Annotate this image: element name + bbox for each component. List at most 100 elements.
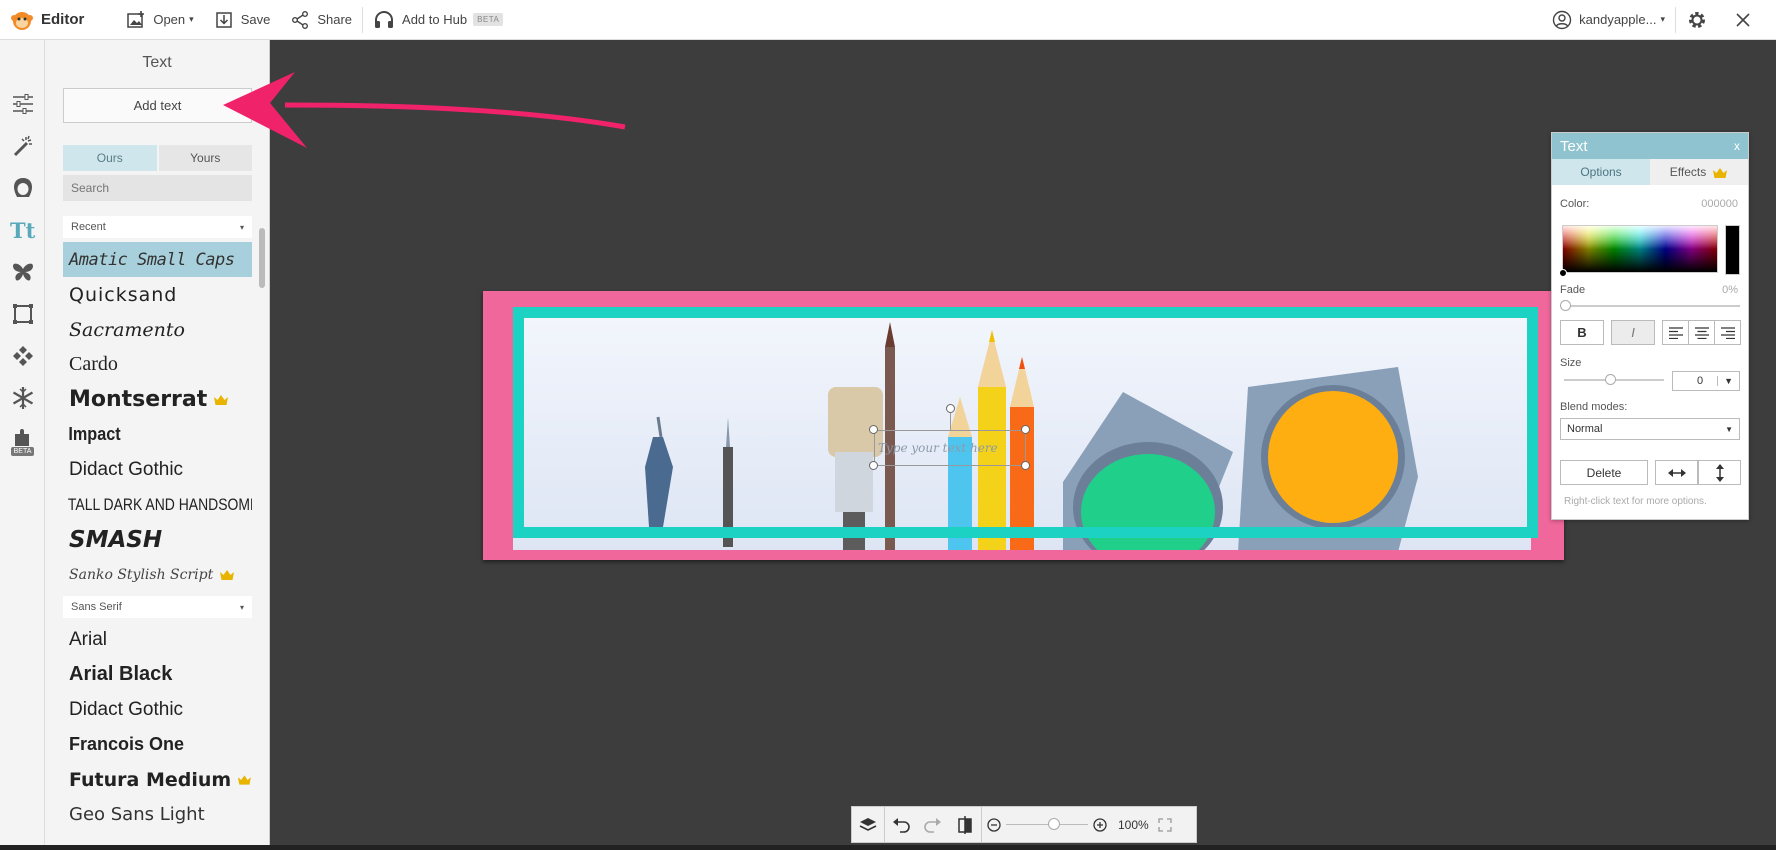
color-picker-cursor[interactable] [1559, 269, 1567, 277]
font-item[interactable]: Futura Medium [63, 762, 252, 797]
texture-icon [12, 346, 33, 366]
font-list-scrollbar[interactable] [259, 220, 265, 840]
color-hex-value[interactable]: 000000 [1701, 198, 1738, 210]
fade-slider-knob[interactable] [1560, 300, 1571, 311]
beta-tool[interactable]: BETA [0, 419, 45, 465]
font-item[interactable]: Sanko Stylish Script [63, 557, 252, 592]
gear-icon [1689, 11, 1705, 28]
font-item[interactable]: Tall Dark and Handsome [63, 487, 252, 522]
flip-horizontal-button[interactable] [1655, 460, 1698, 485]
fullscreen-button[interactable] [1149, 806, 1181, 843]
pointer-arrow-annotation [223, 72, 626, 148]
resize-handle-bottom-right[interactable] [1021, 461, 1030, 470]
overlays-tool[interactable] [0, 251, 45, 293]
blend-modes-label: Blend modes: [1560, 401, 1628, 413]
compare-button[interactable] [949, 806, 981, 843]
align-right-icon [1720, 326, 1735, 339]
align-left-icon [1668, 326, 1683, 339]
font-item[interactable]: Didact Gothic [63, 452, 252, 487]
scrollbar-thumb[interactable] [259, 228, 265, 288]
delete-button[interactable]: Delete [1560, 460, 1648, 485]
align-left-button[interactable] [1662, 320, 1689, 345]
bold-button[interactable]: B [1560, 320, 1604, 345]
undo-button[interactable] [885, 806, 917, 843]
close-editor-button[interactable] [1725, 0, 1776, 40]
category-select-recent[interactable]: Recent ▾ [63, 216, 252, 238]
user-menu[interactable]: kandyapple... ▾ [1542, 0, 1675, 40]
font-item[interactable]: Geo Sans Light [63, 797, 252, 832]
redo-icon [924, 817, 941, 833]
italic-button[interactable]: I [1611, 320, 1655, 345]
teal-frame-border[interactable] [513, 307, 1538, 538]
resize-handle-bottom-left[interactable] [869, 461, 878, 470]
align-center-icon [1694, 326, 1709, 339]
size-slider-knob[interactable] [1605, 374, 1616, 385]
puzzle-icon [14, 429, 29, 446]
tab-options[interactable]: Options [1552, 159, 1650, 185]
textures-tool[interactable] [0, 335, 45, 377]
font-item[interactable]: Arial Black [63, 657, 252, 692]
zoom-slider[interactable] [1006, 806, 1088, 843]
tab-effects-label: Effects [1669, 165, 1707, 179]
zoom-slider-knob[interactable] [1048, 818, 1060, 830]
zoom-slider-track[interactable] [1006, 824, 1088, 825]
zoom-out-button[interactable] [982, 806, 1006, 843]
font-item[interactable]: Arial [63, 622, 252, 657]
flip-vertical-button[interactable] [1698, 460, 1741, 485]
category-label: Recent [71, 221, 106, 233]
open-button[interactable]: Open ▾ [116, 0, 203, 40]
resize-handle-top-right[interactable] [1021, 425, 1030, 434]
font-item[interactable]: Sacramento [63, 312, 252, 347]
seasonal-tool[interactable] [0, 377, 45, 419]
blend-mode-select[interactable]: Normal ▼ [1560, 418, 1740, 440]
share-button[interactable]: Share [280, 0, 362, 40]
font-item[interactable]: Didact Gothic [63, 692, 252, 727]
fade-slider-track[interactable] [1564, 305, 1740, 307]
text-panel-tabs: Options Effects [1552, 159, 1748, 185]
share-label: Share [317, 12, 353, 27]
zoom-out-icon [987, 817, 1001, 832]
frames-tool[interactable] [0, 293, 45, 335]
snowflake-icon [12, 387, 33, 409]
font-item[interactable]: Amatic Small Caps [63, 242, 252, 277]
beta-tool-badge: BETA [10, 447, 35, 456]
editor-logo[interactable]: Editor [0, 0, 94, 40]
magic-wand-icon [13, 135, 32, 157]
category-select-sans-serif[interactable]: Sans Serif ▾ [63, 596, 252, 618]
color-swatch[interactable] [1725, 225, 1740, 275]
resize-handle-top-left[interactable] [869, 425, 878, 434]
tab-effects[interactable]: Effects [1650, 159, 1748, 185]
effects-tool[interactable] [0, 125, 45, 167]
add-to-hub-button[interactable]: Add to Hub BETA [363, 0, 513, 40]
close-panel-button[interactable]: x [1734, 139, 1740, 153]
font-item[interactable]: Francois One [63, 727, 252, 762]
font-item[interactable]: Cardo [63, 347, 252, 382]
user-avatar-icon [1552, 10, 1572, 29]
rotate-handle[interactable] [946, 404, 955, 413]
align-center-button[interactable] [1688, 320, 1715, 345]
touch-up-tool[interactable] [0, 167, 45, 209]
settings-button[interactable] [1676, 0, 1725, 40]
font-item[interactable]: Montserrat [63, 382, 252, 417]
text-object[interactable]: Type your text here [874, 430, 1026, 466]
size-value-select[interactable]: 0 ▼ [1672, 371, 1740, 391]
font-list: Recent ▾ Amatic Small Caps Quicksand Sac… [63, 212, 252, 845]
font-item[interactable]: SMASH [63, 522, 252, 557]
font-item[interactable]: Impact [63, 417, 233, 452]
fullscreen-icon [1158, 817, 1172, 832]
text-tool[interactable]: Tt [0, 209, 45, 251]
adjust-tool[interactable] [0, 83, 45, 125]
compare-icon [958, 815, 972, 834]
color-spectrum-picker[interactable] [1562, 225, 1718, 273]
zoom-level: 100% [1118, 817, 1149, 832]
sliders-icon [12, 94, 33, 114]
layers-button[interactable] [852, 806, 884, 843]
text-panel: Text Add text Ours Yours Recent ▾ Amatic… [45, 40, 270, 845]
align-right-button[interactable] [1714, 320, 1741, 345]
redo-button[interactable] [917, 806, 949, 843]
zoom-in-button[interactable] [1088, 806, 1112, 843]
font-item[interactable]: Quicksand [63, 277, 252, 312]
font-search-input[interactable] [63, 175, 252, 201]
tab-ours[interactable]: Ours [63, 145, 157, 171]
save-button[interactable]: Save [204, 0, 281, 40]
